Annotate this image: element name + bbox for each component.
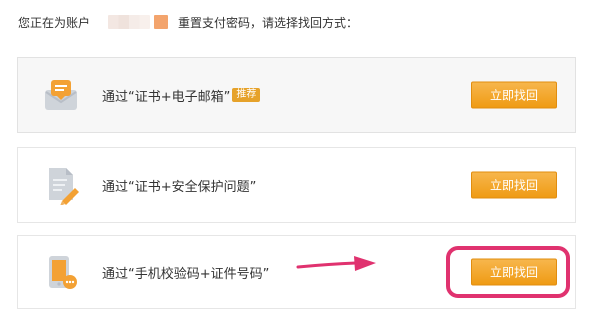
- recover-via-phone-code-button[interactable]: 立即找回: [471, 258, 557, 286]
- recommended-badge: 推荐: [232, 88, 261, 102]
- phone-chat-icon: [38, 249, 84, 295]
- header-text-before: 您正在为账户: [18, 15, 91, 30]
- option-security-question-text: 通过“证书+安全保护问题”: [102, 176, 256, 195]
- option-email-label: 通过“证书+电子邮箱”: [102, 89, 231, 105]
- option-phone-code[interactable]: 通过“手机校验码+证件号码” 立即找回: [17, 235, 576, 309]
- option-email[interactable]: 通过“证书+电子邮箱” 推荐 立即找回: [17, 57, 576, 133]
- account-mosaic: [108, 15, 151, 29]
- option-security-question[interactable]: 通过“证书+安全保护问题” 立即找回: [17, 147, 576, 223]
- envelope-icon: [38, 72, 84, 118]
- masked-account: [108, 15, 169, 29]
- account-reset-header: 您正在为账户 重置支付密码，请选择找回方式：: [18, 12, 358, 32]
- recover-payment-password-page: 您正在为账户 重置支付密码，请选择找回方式： 通过“证书+电子邮箱” 推荐 立即…: [0, 0, 600, 320]
- option-security-question-label: 通过“证书+安全保护问题”: [102, 179, 257, 195]
- recover-via-security-question-button[interactable]: 立即找回: [471, 171, 557, 199]
- option-email-text: 通过“证书+电子邮箱” 推荐: [102, 86, 261, 105]
- document-pencil-icon: [38, 162, 84, 208]
- account-mosaic-accent: [154, 15, 169, 29]
- header-text-after: 重置支付密码，请选择找回方式：: [178, 15, 359, 30]
- option-phone-code-text: 通过“手机校验码+证件号码”: [102, 263, 269, 282]
- recover-via-email-button[interactable]: 立即找回: [471, 81, 557, 109]
- option-phone-code-label: 通过“手机校验码+证件号码”: [102, 266, 270, 282]
